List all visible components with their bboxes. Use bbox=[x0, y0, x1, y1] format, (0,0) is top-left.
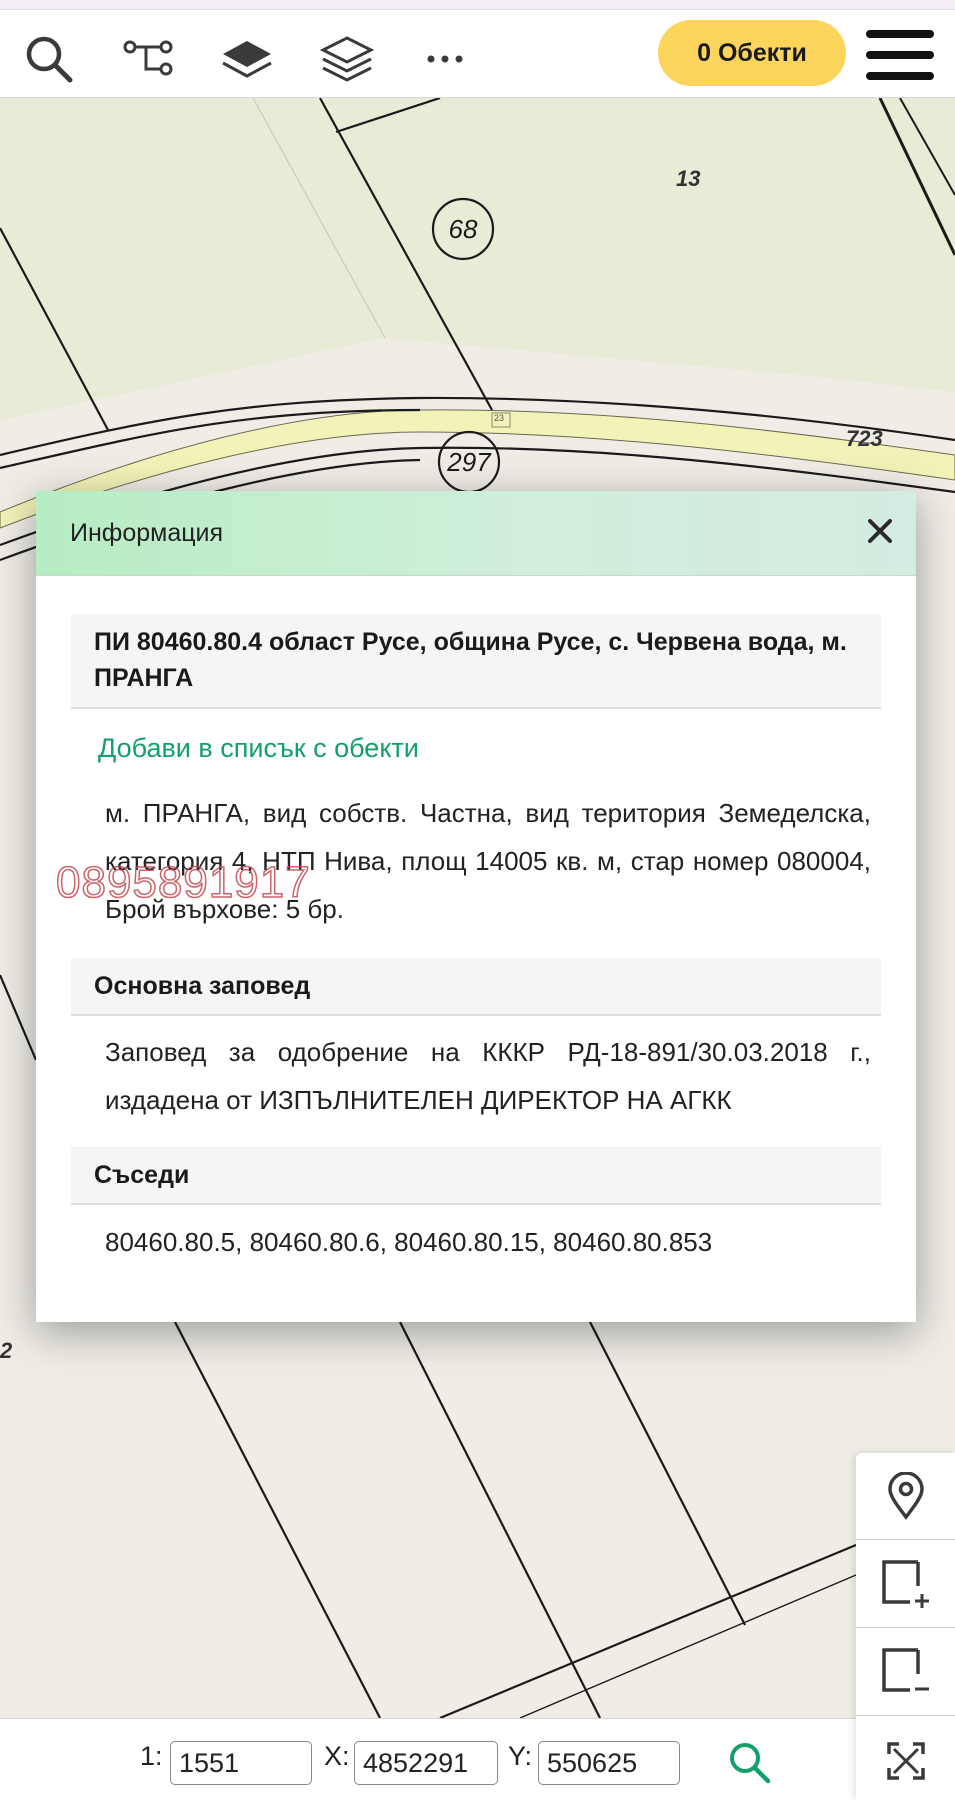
add-to-list-link[interactable]: Добави в списък с обекти bbox=[98, 733, 419, 764]
order-text: Заповед за одобрение на КККР РД-18-891/3… bbox=[105, 1037, 871, 1115]
parcel-label-13: 13 bbox=[676, 166, 701, 191]
y-label: Y: bbox=[508, 1741, 533, 1771]
parcel-heading: ПИ 80460.80.4 област Русе, община Русе, … bbox=[71, 614, 881, 709]
parcel-label-68: 68 bbox=[431, 197, 495, 261]
zoom-box-out-icon[interactable] bbox=[856, 1629, 955, 1716]
neighbors-text: 80460.80.5, 80460.80.6, 80460.80.15, 804… bbox=[105, 1227, 713, 1257]
search-icon[interactable] bbox=[22, 32, 76, 86]
zoom-box-in-icon[interactable] bbox=[856, 1541, 955, 1628]
svg-text:297: 297 bbox=[446, 447, 492, 477]
x-label: X: bbox=[324, 1741, 350, 1771]
close-icon[interactable] bbox=[860, 511, 900, 551]
y-coordinate-input[interactable] bbox=[538, 1741, 680, 1785]
menu-icon[interactable] bbox=[866, 26, 934, 84]
objects-button[interactable]: 0 Обекти bbox=[658, 20, 846, 86]
phone-watermark: 0895891917 bbox=[55, 857, 311, 908]
more-icon[interactable] bbox=[418, 32, 472, 86]
coordinate-bar: 1: X: Y: bbox=[0, 1718, 955, 1800]
layers-stack-icon[interactable] bbox=[320, 32, 374, 86]
parcel-label-small: 23 bbox=[494, 413, 505, 423]
svg-text:68: 68 bbox=[449, 214, 478, 244]
map-tools-panel bbox=[856, 1453, 955, 1800]
scale-input[interactable] bbox=[170, 1741, 312, 1785]
location-pin-icon[interactable] bbox=[856, 1453, 955, 1540]
parcel-label-edge: 2 bbox=[0, 1338, 13, 1363]
status-strip bbox=[0, 0, 955, 10]
route-icon[interactable] bbox=[122, 32, 176, 86]
parcel-label-297: 297 bbox=[437, 430, 501, 494]
order-heading: Основна заповед bbox=[71, 958, 881, 1016]
full-extent-icon[interactable] bbox=[856, 1717, 955, 1800]
top-toolbar: 0 Обекти bbox=[0, 10, 955, 98]
search-icon[interactable] bbox=[724, 1737, 774, 1787]
scale-label: 1: bbox=[140, 1741, 163, 1771]
popup-header: Информация bbox=[36, 491, 916, 576]
layer-icon[interactable] bbox=[220, 32, 274, 86]
popup-title: Информация bbox=[70, 519, 224, 547]
neighbors-heading: Съседи bbox=[71, 1147, 881, 1205]
x-coordinate-input[interactable] bbox=[354, 1741, 498, 1785]
parcel-label-723: 723 bbox=[846, 426, 883, 451]
